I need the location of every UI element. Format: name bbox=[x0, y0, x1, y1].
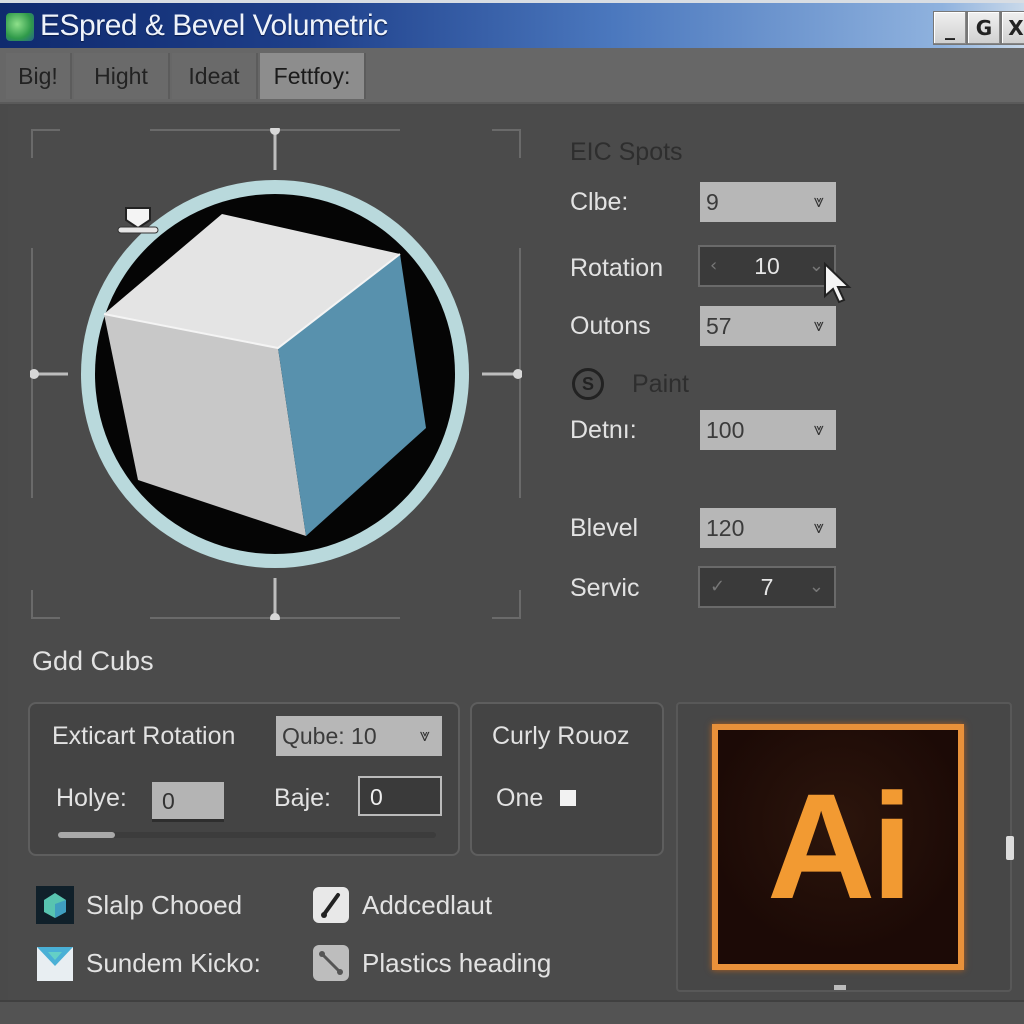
rotation-value: 10 bbox=[754, 253, 780, 279]
tab-strip: Big! Hight Ideat Fettfoy: bbox=[0, 48, 1024, 104]
ring-handle-icon[interactable] bbox=[117, 207, 159, 234]
close-button[interactable]: X bbox=[1001, 11, 1024, 45]
status-bar bbox=[0, 1000, 1024, 1024]
cube-preview-canvas[interactable] bbox=[29, 125, 523, 623]
bevel-label: Blevel bbox=[570, 514, 639, 542]
servic-spinner[interactable]: ✓ 7 ⌄ bbox=[698, 566, 836, 608]
one-option-label: One bbox=[496, 784, 544, 812]
outons-dropdown[interactable]: 57 ⩔ bbox=[700, 306, 836, 346]
chevron-down-icon: ⩔ bbox=[813, 517, 824, 538]
depth-value: 100 bbox=[706, 417, 745, 443]
spots-heading: EIC Spots bbox=[570, 138, 683, 166]
envelope-icon bbox=[37, 947, 73, 981]
logo-text: Ai bbox=[767, 762, 913, 930]
chevron-down-icon: ⩔ bbox=[813, 191, 824, 212]
list-item-label: Addcedlaut bbox=[362, 890, 493, 920]
link-icon bbox=[313, 945, 349, 981]
chevron-down-icon: ⩔ bbox=[813, 419, 824, 440]
servic-label: Servic bbox=[570, 574, 640, 602]
rotation-label: Rotation bbox=[570, 254, 664, 282]
baje-input[interactable]: 0 bbox=[358, 776, 442, 816]
minimize-button[interactable]: _ bbox=[933, 11, 967, 45]
bevel-value: 120 bbox=[706, 515, 745, 541]
tab-big[interactable]: Big! bbox=[6, 53, 72, 99]
list-item-label: Slalp Chooed bbox=[86, 890, 243, 920]
chevron-left-icon[interactable]: ‹ bbox=[710, 247, 717, 285]
check-icon[interactable]: ✓ bbox=[710, 568, 725, 606]
holye-label: Holye: bbox=[56, 784, 127, 812]
cubes-heading: Gdd Cubs bbox=[32, 646, 154, 676]
rotation-slider-fill[interactable] bbox=[58, 832, 115, 838]
servic-value: 7 bbox=[760, 574, 774, 600]
title-bar: ESpred & Bevel Volumetric _ G X bbox=[0, 0, 1024, 48]
qube-dropdown[interactable]: Qube: 10 ⩔ bbox=[276, 716, 442, 756]
depth-dropdown[interactable]: 100 ⩔ bbox=[700, 410, 836, 450]
cube-preview[interactable] bbox=[29, 125, 523, 623]
list-item-label: Plastics heading bbox=[362, 948, 552, 978]
rotation-group-label: Exticart Rotation bbox=[52, 722, 236, 750]
window-title: ESpred & Bevel Volumetric bbox=[40, 9, 388, 42]
rotation-slider[interactable] bbox=[58, 832, 436, 838]
list-item-label: Sundem Kicko: bbox=[86, 948, 261, 978]
handle-top[interactable] bbox=[270, 125, 280, 135]
chevron-down-icon: ⩔ bbox=[419, 725, 430, 746]
cube-green-icon bbox=[36, 886, 74, 924]
holye-input[interactable]: 0 bbox=[152, 782, 224, 822]
paint-icon[interactable]: S bbox=[572, 368, 604, 400]
rotation-spinner[interactable]: ‹ 10 ⌄ bbox=[698, 245, 836, 287]
handle-left[interactable] bbox=[29, 369, 39, 379]
mouse-cursor-icon bbox=[824, 262, 852, 304]
handle-right[interactable] bbox=[513, 369, 523, 379]
brush-icon bbox=[313, 887, 349, 923]
paint-heading: Paint bbox=[632, 370, 689, 398]
maximize-button[interactable]: G bbox=[967, 11, 1001, 45]
resize-handle-bottom[interactable] bbox=[834, 985, 846, 990]
depth-label: Detnı: bbox=[570, 416, 637, 444]
baje-label: Baje: bbox=[274, 784, 331, 812]
qube-value: Qube: 10 bbox=[282, 723, 377, 749]
curly-group-label: Curly Rouoz bbox=[492, 722, 630, 750]
cube-dropdown[interactable]: 9 ⩔ bbox=[700, 182, 836, 222]
outons-label: Outons bbox=[570, 312, 651, 340]
tab-ideat[interactable]: Ideat bbox=[172, 53, 258, 99]
illustrator-logo: Ai bbox=[712, 724, 964, 970]
app-icon bbox=[6, 13, 34, 41]
cube-label: Clbe: bbox=[570, 188, 629, 216]
tab-fettfoy[interactable]: Fettfoy: bbox=[260, 53, 366, 99]
chevron-down-icon: ⩔ bbox=[813, 315, 824, 336]
tab-hight[interactable]: Hight bbox=[74, 53, 170, 99]
bevel-dropdown[interactable]: 120 ⩔ bbox=[700, 508, 836, 548]
cube-value: 9 bbox=[706, 189, 719, 215]
chevron-down-icon[interactable]: ⌄ bbox=[809, 568, 824, 606]
one-checkbox[interactable] bbox=[560, 790, 576, 806]
handle-bottom[interactable] bbox=[270, 613, 280, 623]
resize-handle-right[interactable] bbox=[1006, 836, 1014, 860]
outons-value: 57 bbox=[706, 313, 732, 339]
